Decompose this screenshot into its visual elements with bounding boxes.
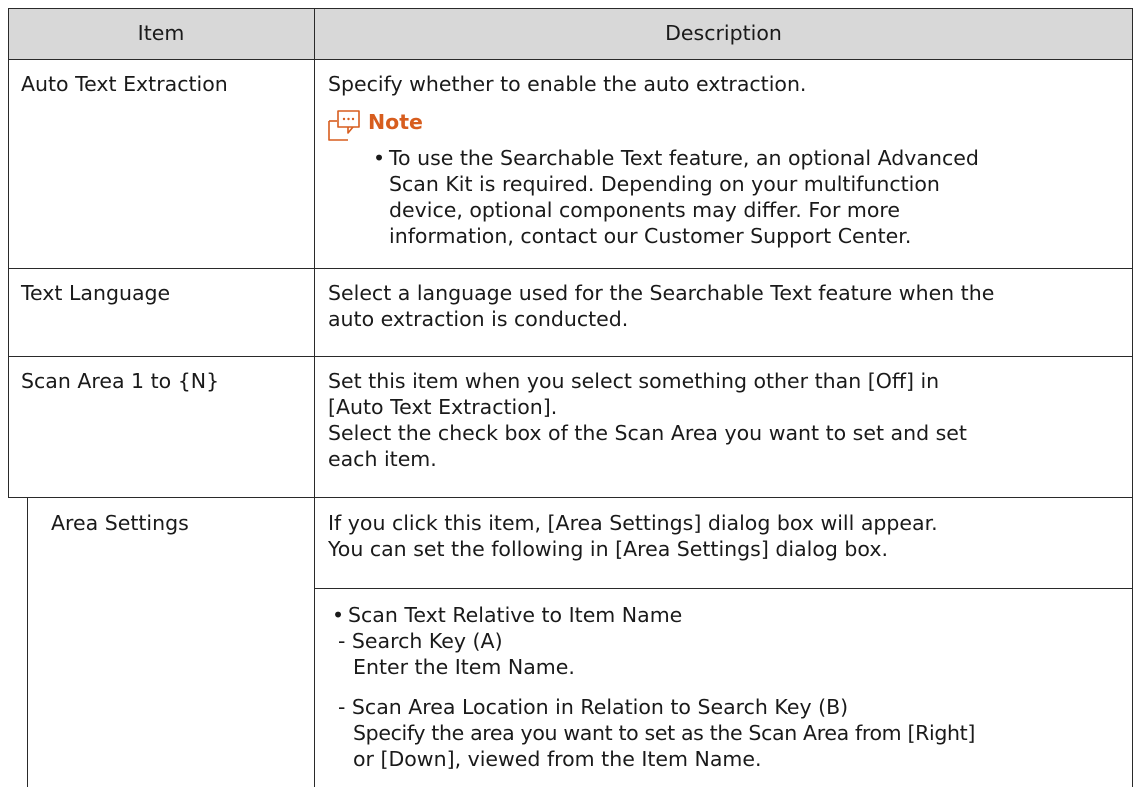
note-bullet: • [373,146,386,170]
note-line: To use the Searchable Text feature, an o… [389,146,979,170]
note-title: Note [368,110,423,134]
description-line: each item. [328,447,437,471]
description-line: If you click this item, [Area Settings] … [328,511,938,535]
item-area-settings: Area Settings [51,511,189,535]
sub-item-label: - Search Key (A) [338,629,503,653]
bullet-title: Scan Text Relative to Item Name [348,603,683,627]
border-right [1132,8,1133,787]
description-line: auto extraction is conducted. [328,307,629,331]
border-column-split [314,8,315,787]
header-description: Description [314,8,1133,59]
item-auto-text-extraction: Auto Text Extraction [21,72,228,96]
description-line: Specify whether to enable the auto extra… [328,72,807,96]
note-icon [328,110,360,141]
description-line: Set this item when you select something … [328,369,940,393]
border-sub-left [27,497,28,787]
border-header-bottom [8,59,1133,60]
item-scan-area: Scan Area 1 to {N} [21,369,220,393]
sub-item-detail: Enter the Item Name. [353,655,575,679]
note-line: device, optional components may differ. … [389,198,900,222]
description-line: [Auto Text Extraction]. [328,395,558,419]
settings-table: Item Description Auto Text Extraction Sp… [8,8,1133,787]
note-line: information, contact our Customer Suppor… [389,224,912,248]
border-left [8,8,9,498]
description-line: Select the check box of the Scan Area yo… [328,421,967,445]
border-row1-bottom [8,268,1133,269]
description-line: Select a language used for the Searchabl… [328,281,995,305]
border-row3-bottom [8,497,1133,498]
sub-item-detail: Specify the area you want to set as the … [353,721,975,745]
border-row2-bottom [8,356,1133,357]
border-top [8,8,1133,9]
border-desc-split [314,588,1133,589]
header-item: Item [8,8,314,59]
sub-item-detail: or [Down], viewed from the Item Name. [353,747,762,771]
sub-item-label: - Scan Area Location in Relation to Sear… [338,695,849,719]
description-line: You can set the following in [Area Setti… [328,537,888,561]
note-line: Scan Kit is required. Depending on your … [389,172,940,196]
list-bullet: • [332,603,345,627]
item-text-language: Text Language [21,281,171,305]
